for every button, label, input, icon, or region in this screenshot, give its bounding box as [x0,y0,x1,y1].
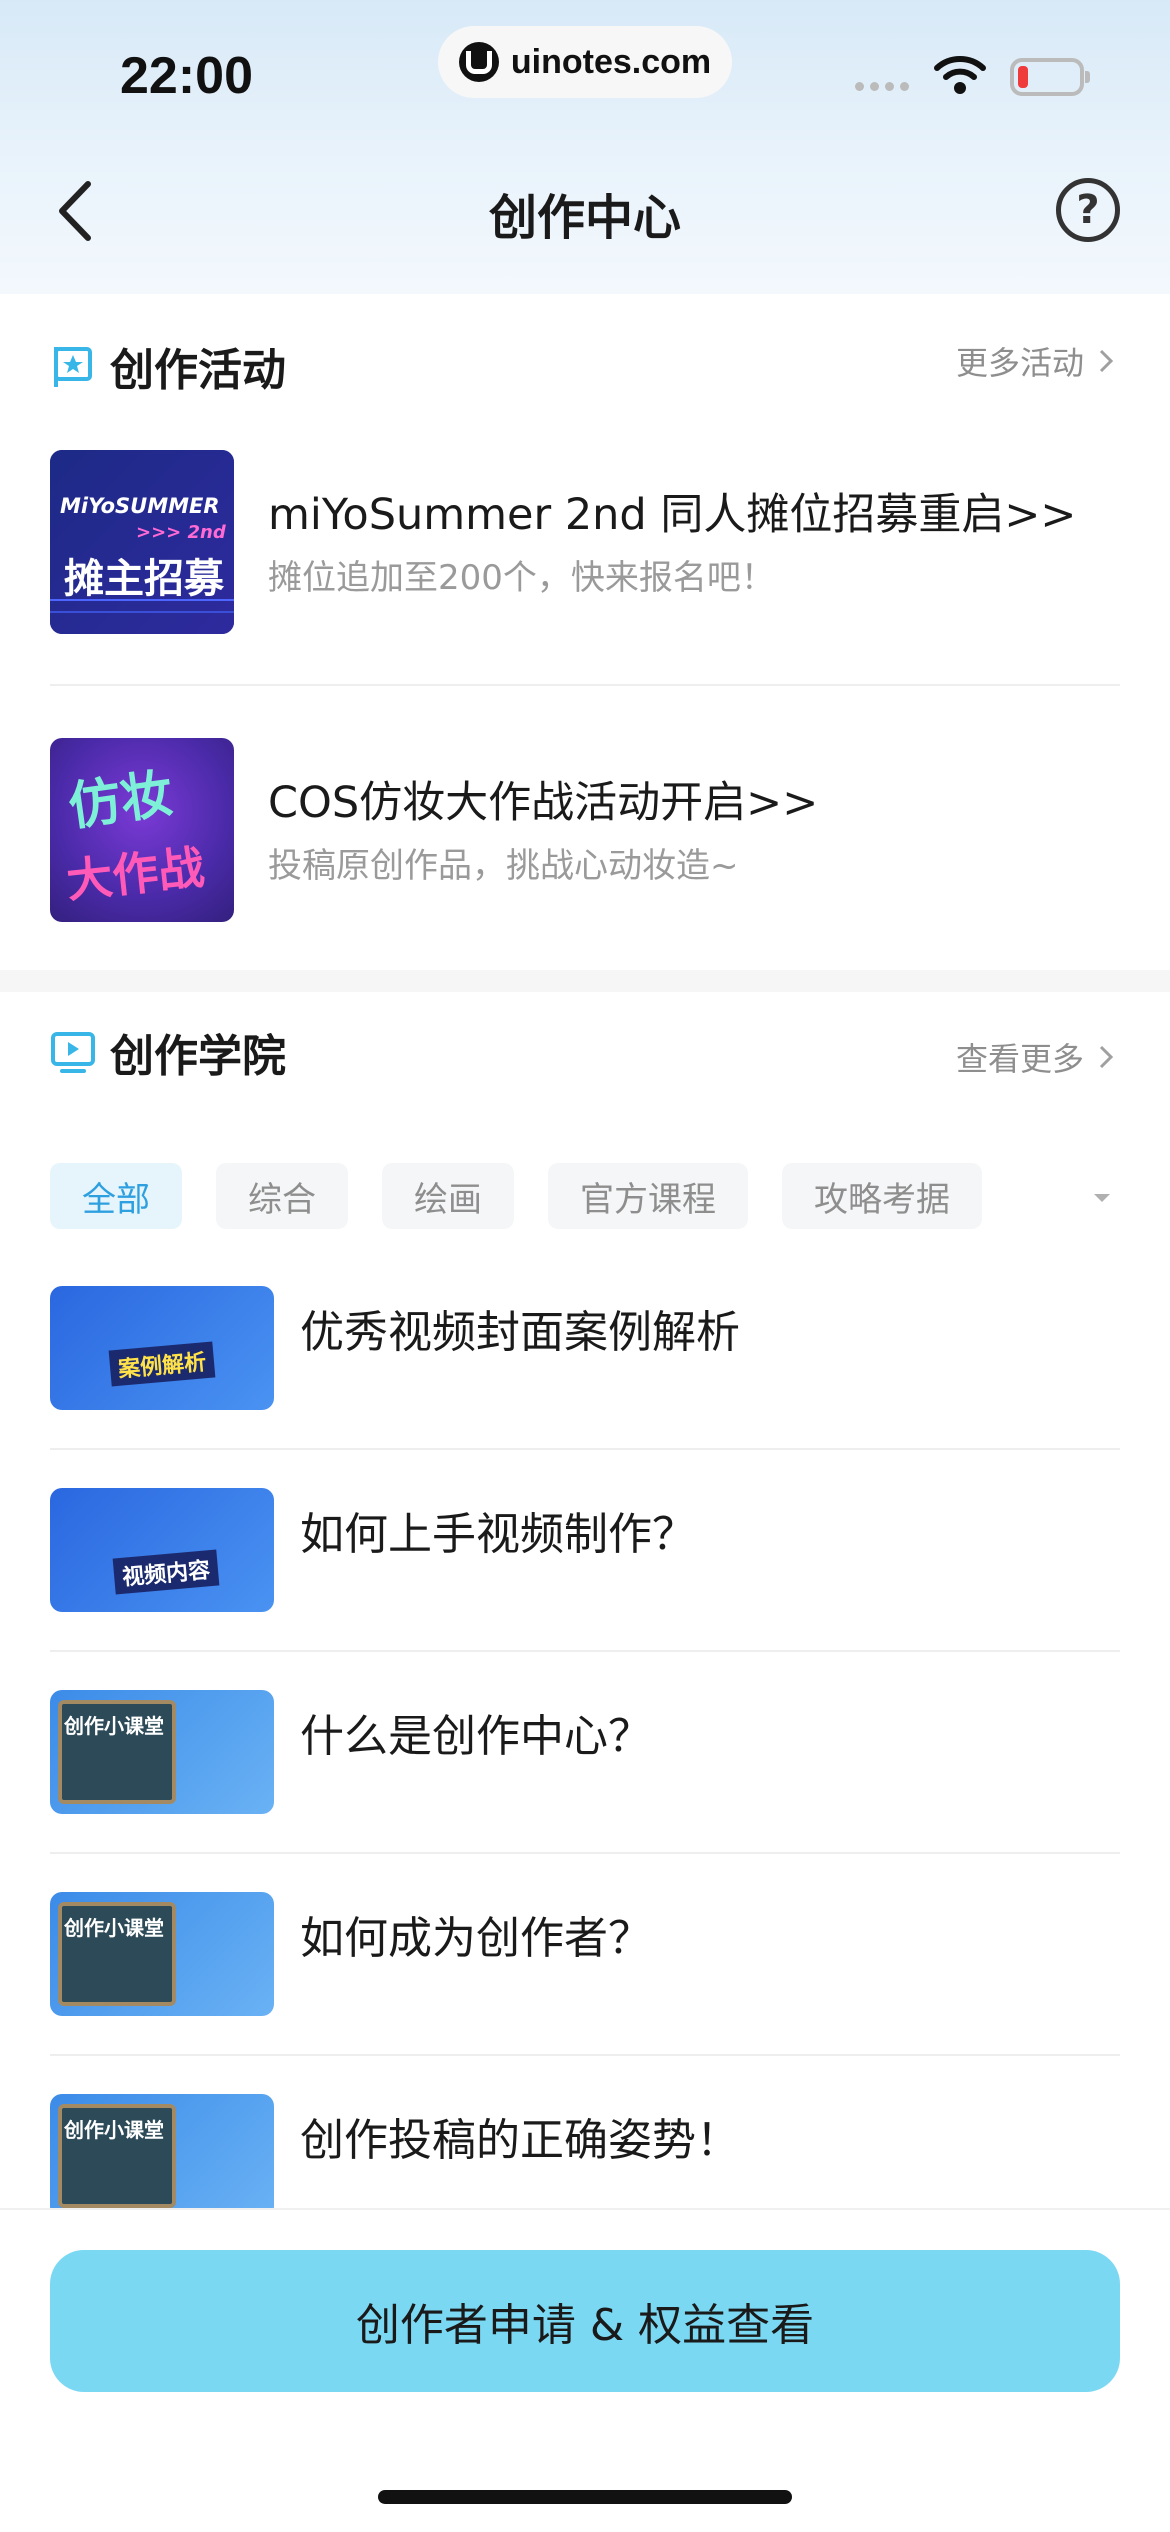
divider [50,684,1120,686]
course-thumbnail: 案例解析 [50,1286,274,1410]
tab-official-course[interactable]: 官方课程 [548,1163,748,1229]
course-title: 优秀视频封面案例解析 [300,1307,740,1358]
activity-item-cos[interactable]: 仿妆 大作战 COS仿妆大作战活动开启>> 投稿原创作品，挑战心动妆造~ [50,738,1120,928]
tab-all[interactable]: 全部 [50,1163,182,1229]
wifi-icon [934,56,986,94]
course-title: 什么是创作中心？ [300,1711,652,1762]
activity-title: COS仿妆大作战活动开启>> [268,778,819,828]
academy-title: 创作学院 [110,1031,286,1082]
course-thumbnail: 创作小课堂 [50,2094,274,2208]
thumb-text-mid: >>> 2nd [136,522,226,543]
tab-guide-research[interactable]: 攻略考据 [782,1163,982,1229]
course-title: 如何上手视频制作？ [300,1509,696,1560]
course-title: 创作投稿的正确姿势！ [300,2115,740,2166]
course-thumbnail: 创作小课堂 [50,1690,274,1814]
page-title: 创作中心 [488,190,681,246]
battery-icon [1010,58,1090,96]
course-thumb-text: 创作小课堂 [64,1714,164,1738]
activity-subtitle: 投稿原创作品，挑战心动妆造~ [268,846,739,886]
play-screen-icon [51,1032,95,1073]
thumb-text-top: MiYoSUMMER [60,494,220,518]
url-pill[interactable]: uinotes.com [438,26,732,98]
course-title: 如何成为创作者？ [300,1913,652,1964]
course-thumb-text: 案例解析 [108,1341,216,1387]
activities-title: 创作活动 [110,345,286,396]
course-item[interactable]: 创作小课堂 创作投稿的正确姿势！ [50,2094,1120,2208]
divider [50,2054,1120,2056]
status-time: 22:00 [120,47,253,105]
thumb-text-main: 摊主招募 [64,556,224,602]
section-separator [0,970,1170,992]
divider [50,1852,1120,1854]
flag-icon [54,347,92,387]
cellular-signal-icon [855,82,909,91]
tab-drawing[interactable]: 绘画 [382,1163,514,1229]
course-item[interactable]: 创作小课堂 什么是创作中心？ [50,1690,1120,1820]
activity-item-miyosummer[interactable]: MiYoSUMMER >>> 2nd 摊主招募 miYoSummer 2nd 同… [50,450,1120,640]
view-more-label: 查看更多 [955,1040,1084,1078]
academy-header: 创作学院 [50,1022,286,1082]
divider [50,1448,1120,1450]
more-activities-link[interactable]: 更多活动 [956,338,1114,384]
activities-header: 创作活动 [50,336,286,396]
course-item[interactable]: 视频内容 如何上手视频制作？ [50,1488,1120,1618]
thumb-text-sub: 大作战 [63,839,207,909]
help-icon[interactable]: ? [1056,178,1120,242]
activity-thumbnail: 仿妆 大作战 [50,738,234,922]
site-logo-icon [458,42,499,82]
course-item[interactable]: 案例解析 优秀视频封面案例解析 [50,1286,1120,1416]
activities-section: 创作活动 更多活动 MiYoSUMMER >>> 2nd 摊主招募 miYoSu… [0,294,1170,970]
creator-apply-button[interactable]: 创作者申请 & 权益查看 [50,2250,1120,2392]
course-thumb-text: 创作小课堂 [64,2118,164,2142]
view-more-link[interactable]: 查看更多 [956,1034,1114,1080]
activity-title: miYoSummer 2nd 同人摊位招募重启>> [268,490,1077,540]
course-item[interactable]: 创作小课堂 如何成为创作者？ [50,1892,1120,2022]
activity-subtitle: 摊位追加至200个，快来报名吧！ [268,558,775,598]
divider [50,1650,1120,1652]
bottom-bar: 创作者申请 & 权益查看 [0,2208,1170,2532]
chevron-right-icon [1099,1045,1114,1069]
more-activities-label: 更多活动 [955,344,1084,382]
home-indicator [378,2490,792,2504]
course-thumbnail: 创作小课堂 [50,1892,274,2016]
thumb-text-main: 仿妆 [65,764,177,838]
chevron-right-icon [1099,349,1114,373]
tab-general[interactable]: 综合 [216,1163,348,1229]
course-thumb-text: 视频内容 [112,1549,220,1595]
dropdown-arrow-icon[interactable] [1092,1192,1112,1204]
category-tabs: 全部 综合 绘画 官方课程 攻略考据 [50,1163,982,1229]
course-thumb-text: 创作小课堂 [64,1916,164,1940]
course-thumbnail: 视频内容 [50,1488,274,1612]
activity-thumbnail: MiYoSUMMER >>> 2nd 摊主招募 [50,450,234,634]
url-text: uinotes.com [510,42,712,81]
